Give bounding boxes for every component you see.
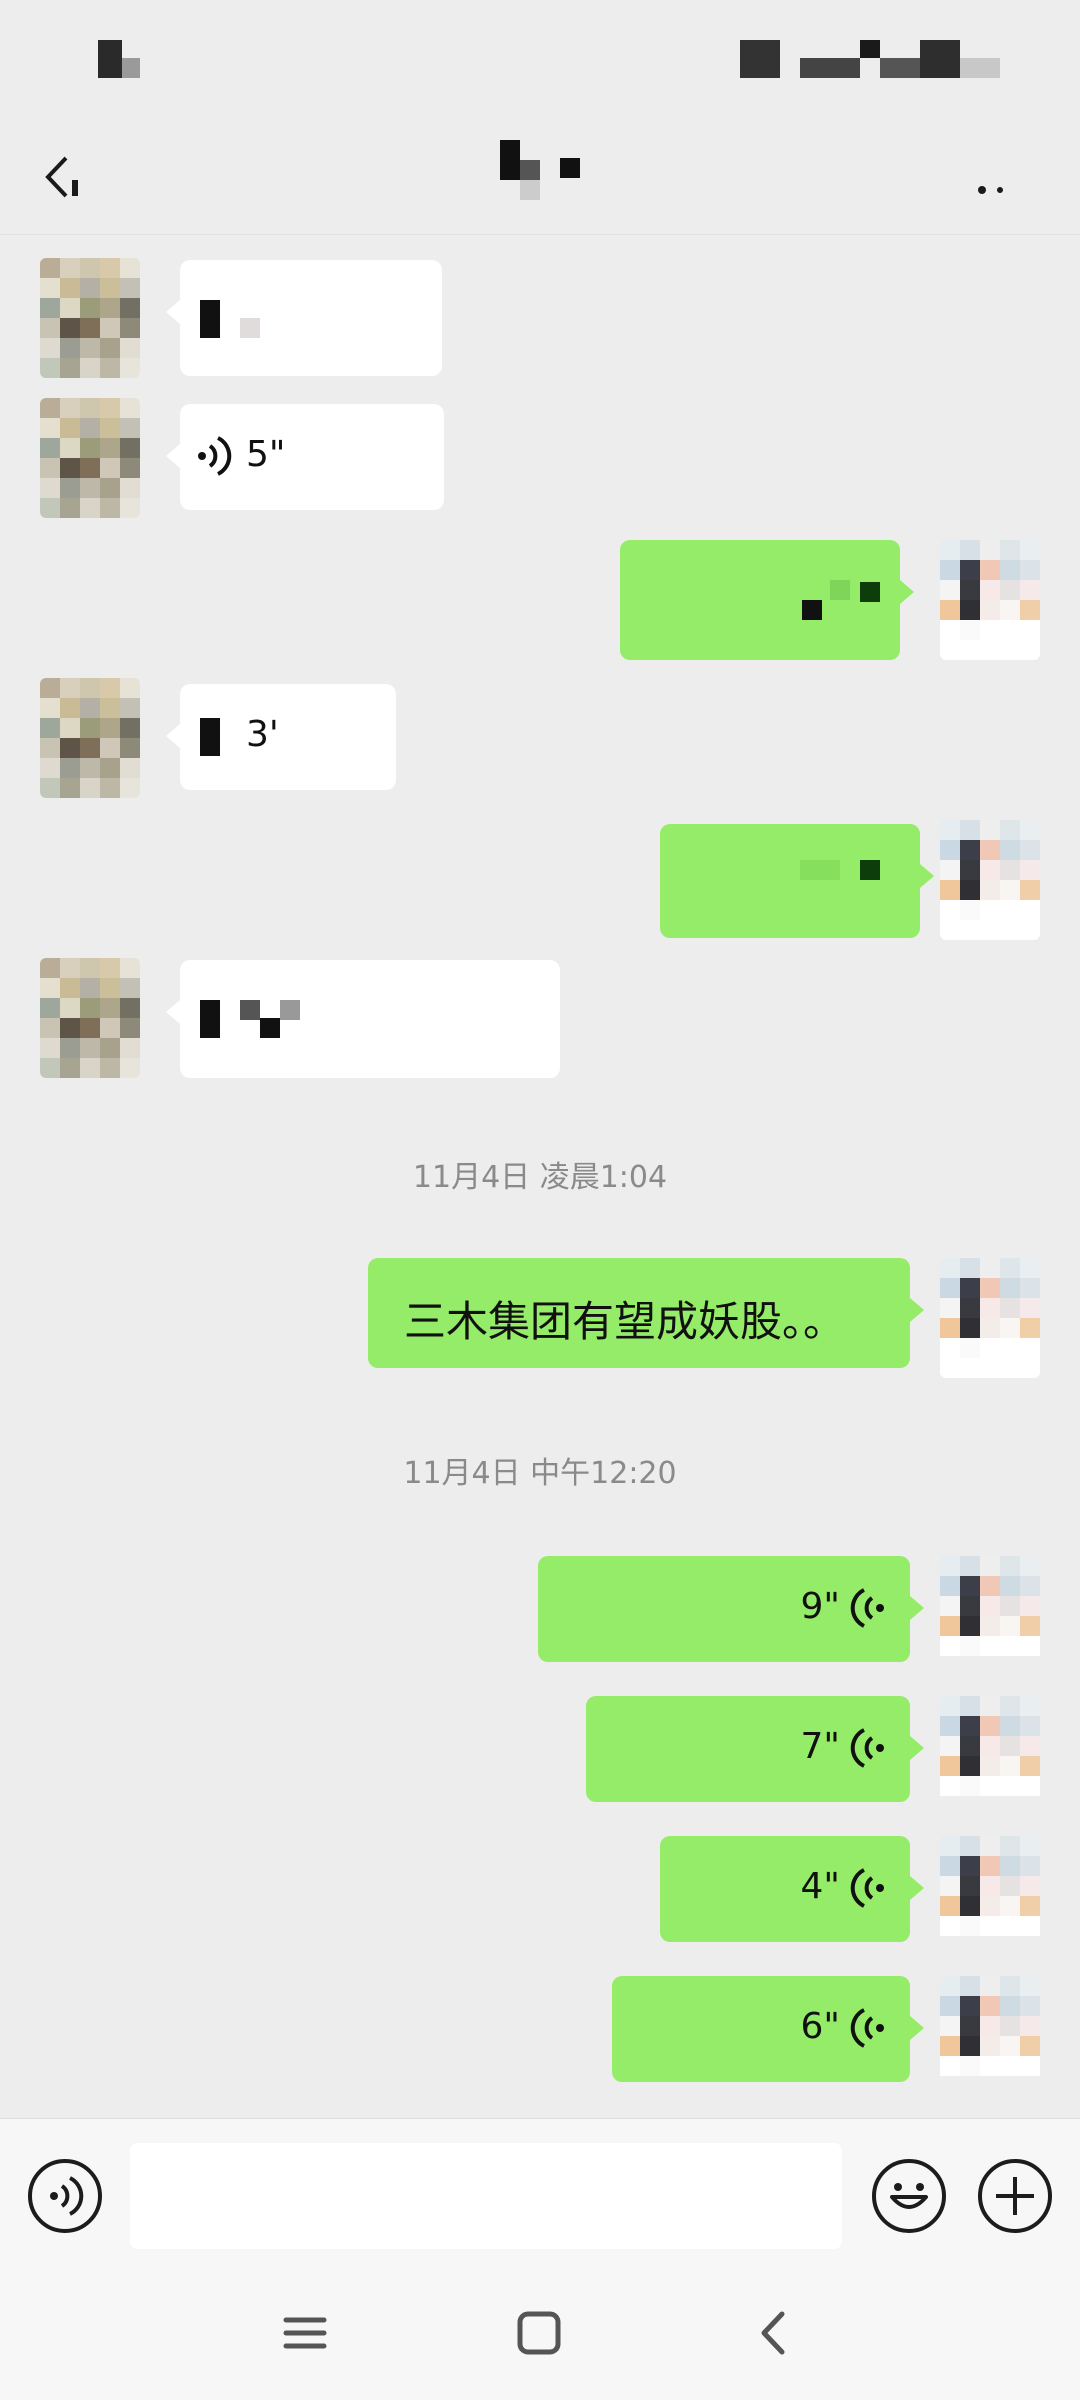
more-icon [978, 186, 1003, 194]
blurred-text [200, 1000, 220, 1038]
timestamp: 11月4日 凌晨1:04 [412, 1160, 668, 1195]
chevron-left-icon [45, 156, 78, 198]
contact-avatar[interactable] [40, 678, 140, 798]
voice-duration: 3' [246, 714, 279, 755]
input-bar [0, 2118, 1080, 2268]
voice-duration: 5" [246, 434, 286, 475]
blurred-text-2 [860, 582, 880, 602]
my-avatar[interactable] [940, 820, 1040, 940]
chat-title-blurred [500, 140, 590, 210]
outgoing-voice-bubble[interactable]: 9" [538, 1556, 924, 1662]
status-icons-blurred [740, 40, 780, 78]
emoji-icon [890, 2183, 928, 2209]
outgoing-message-bubble[interactable]: 三木集团有望成妖股。。 [368, 1258, 924, 1368]
status-icons-blurred-2 [800, 58, 860, 78]
my-avatar[interactable] [940, 1836, 1040, 1940]
blurred-text [860, 860, 880, 880]
status-icons-blurred-5 [920, 40, 960, 78]
outgoing-voice-bubble[interactable]: 6" [612, 1976, 924, 2082]
header-divider [0, 234, 1080, 235]
blurred-text-2 [800, 860, 840, 880]
timestamp: 11月4日 中午12:20 [403, 1456, 677, 1491]
blurred-text-2 [240, 1000, 260, 1020]
voice-duration: 7" [800, 1726, 840, 1767]
nav-menu-button[interactable] [270, 2298, 340, 2368]
home-icon [517, 2311, 561, 2355]
voice-wave-icon [850, 1588, 884, 1628]
my-avatar[interactable] [940, 1258, 1040, 1378]
incoming-voice-bubble[interactable]: 5" [166, 404, 444, 510]
nav-back-button[interactable] [740, 2298, 810, 2368]
status-time-blurred-2 [122, 58, 140, 78]
status-icons-blurred-6 [960, 58, 1000, 78]
voice-wave-icon [198, 436, 232, 476]
system-nav-bar [0, 2268, 1080, 2400]
voice-duration: 6" [800, 2006, 840, 2047]
back-icon [761, 2311, 785, 2355]
contact-avatar[interactable] [40, 958, 140, 1078]
status-icons-blurred-3 [860, 40, 880, 58]
blurred-text [802, 600, 822, 620]
blurred-text-3 [830, 580, 850, 600]
blurred-text [200, 300, 220, 338]
chat-header [0, 120, 1080, 235]
my-avatar[interactable] [940, 1696, 1040, 1800]
voice-wave-icon [850, 1868, 884, 1908]
outgoing-voice-bubble[interactable]: 7" [586, 1696, 924, 1802]
incoming-message-bubble[interactable] [166, 260, 442, 376]
status-icons-blurred-4 [880, 58, 920, 78]
voice-wave-icon [850, 1728, 884, 1768]
message-input[interactable] [130, 2143, 842, 2249]
voice-wave-icon-blurred [200, 718, 220, 756]
status-time-blurred [98, 40, 122, 78]
outgoing-message-bubble[interactable] [620, 540, 914, 660]
voice-duration: 4" [800, 1866, 840, 1907]
contact-avatar[interactable] [40, 258, 140, 378]
more-button[interactable] [960, 140, 1040, 210]
outgoing-message-bubble[interactable] [660, 824, 934, 938]
plus-icon [996, 2177, 1034, 2215]
my-avatar[interactable] [940, 1976, 1040, 2080]
voice-wave-icon [850, 2008, 884, 2048]
nav-home-button[interactable] [504, 2298, 574, 2368]
menu-icon [283, 2317, 327, 2349]
emoji-button[interactable] [872, 2159, 946, 2233]
voice-mode-button[interactable] [28, 2159, 102, 2233]
incoming-message-bubble[interactable] [166, 960, 560, 1078]
blurred-text-3 [260, 1018, 280, 1038]
voice-duration: 9" [800, 1586, 840, 1627]
blurred-text-2 [240, 318, 260, 338]
my-avatar[interactable] [940, 1556, 1040, 1660]
incoming-voice-bubble[interactable]: 3' [166, 684, 396, 790]
voice-mode-icon [50, 2176, 84, 2216]
contact-avatar[interactable] [40, 398, 140, 518]
add-button[interactable] [978, 2159, 1052, 2233]
status-bar [0, 0, 1080, 120]
outgoing-voice-bubble[interactable]: 4" [660, 1836, 924, 1942]
blurred-text-4 [280, 1000, 300, 1020]
my-avatar[interactable] [940, 540, 1040, 660]
message-text: 三木集团有望成妖股。。 [404, 1297, 846, 1346]
back-button[interactable] [30, 140, 100, 210]
